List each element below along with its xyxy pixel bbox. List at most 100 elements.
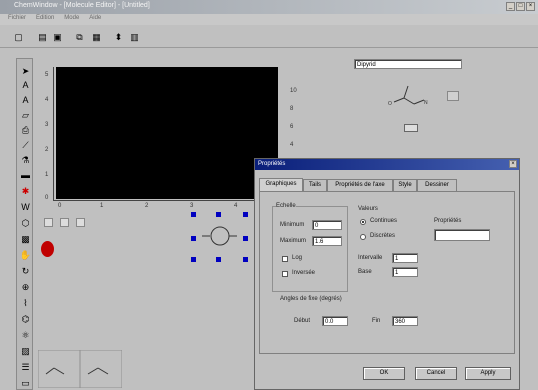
- flask-icon[interactable]: ⚗: [19, 154, 32, 166]
- printer-icon[interactable]: ⎙: [19, 124, 32, 136]
- star-icon[interactable]: ✱: [19, 185, 32, 197]
- selection-handle[interactable]: [216, 257, 221, 262]
- selection-handle[interactable]: [191, 212, 196, 217]
- minimum-field[interactable]: 0: [312, 220, 342, 230]
- selected-molecule[interactable]: [190, 212, 248, 262]
- title-bar: ChemWindow - [Molecule Editor] - [Untitl…: [0, 0, 538, 14]
- open-icon[interactable]: ▤: [37, 32, 48, 43]
- discretes-radio[interactable]: [360, 234, 366, 240]
- selection-handle[interactable]: [243, 212, 248, 217]
- x-tick: 0: [58, 203, 62, 209]
- cancel-button[interactable]: Cancel: [415, 367, 457, 380]
- close-button[interactable]: ×: [526, 2, 535, 11]
- bond-icon[interactable]: ⟋: [19, 139, 32, 151]
- text-icon[interactable]: A: [19, 79, 32, 91]
- base-label: Base: [358, 269, 372, 275]
- tab-graphiques[interactable]: Graphiques: [259, 178, 303, 191]
- small-slider[interactable]: [404, 124, 418, 132]
- right-tick: 6: [290, 124, 294, 130]
- right-tick: 4: [290, 142, 294, 148]
- right-tick: 8: [290, 106, 294, 112]
- template-icon[interactable]: ▩: [19, 233, 32, 245]
- fin-field[interactable]: 360: [392, 316, 418, 326]
- small-toggle-box[interactable]: [44, 218, 53, 227]
- base-field[interactable]: 1: [392, 267, 418, 277]
- y-tick: 1: [45, 172, 49, 178]
- dialog-close-button[interactable]: ×: [509, 160, 517, 168]
- w-icon[interactable]: W: [19, 201, 32, 213]
- maximize-button[interactable]: □: [516, 2, 525, 11]
- graph-icon[interactable]: ▨: [19, 345, 32, 357]
- intervalle-field[interactable]: 1: [392, 253, 418, 263]
- paste-icon[interactable]: ▦: [91, 32, 102, 43]
- grid-icon[interactable]: ▥: [129, 32, 140, 43]
- continues-label: Continues: [370, 218, 398, 224]
- rect-icon[interactable]: ▬: [19, 169, 32, 181]
- debut-label: Début: [294, 318, 311, 324]
- dialog-title: Propriétés: [255, 159, 519, 170]
- tab-style[interactable]: Style: [393, 179, 417, 191]
- copy-icon[interactable]: ⧉: [74, 32, 85, 43]
- text-a-icon[interactable]: A: [19, 94, 32, 106]
- intervalle-label: Intervalle: [358, 255, 383, 261]
- selection-handle[interactable]: [191, 236, 196, 241]
- echelle-label: Echelle: [276, 203, 296, 209]
- ring-icon[interactable]: ⬡: [19, 217, 32, 229]
- arrow-icon[interactable]: ⬍: [113, 32, 124, 43]
- pointer-icon[interactable]: ➤: [19, 65, 32, 77]
- svg-text:O: O: [388, 101, 392, 107]
- save-icon[interactable]: ▣: [52, 32, 63, 43]
- properties-dialog: Propriétés × Graphiques Tails Propriétés…: [254, 158, 520, 390]
- plot-area[interactable]: [56, 67, 278, 199]
- debut-field[interactable]: 0.0: [322, 316, 348, 326]
- inverse-checkbox[interactable]: [282, 271, 288, 277]
- proprietes-label: Propriétés: [434, 218, 462, 224]
- svg-text:N: N: [424, 100, 428, 106]
- apply-button[interactable]: Apply: [465, 367, 511, 380]
- menu-mode[interactable]: Mode: [64, 15, 79, 21]
- zoom-icon[interactable]: ⊕: [19, 281, 32, 293]
- selection-handle[interactable]: [243, 236, 248, 241]
- x-axis: [54, 200, 280, 201]
- log-checkbox[interactable]: [282, 256, 288, 262]
- menu-fichier[interactable]: Fichier: [8, 15, 26, 21]
- minimize-button[interactable]: _: [506, 2, 515, 11]
- rotate-icon[interactable]: ↻: [19, 265, 32, 277]
- eraser-icon[interactable]: ▱: [19, 109, 32, 121]
- tab-tails[interactable]: Tails: [303, 179, 327, 191]
- maximum-field[interactable]: 1.6: [312, 236, 342, 246]
- continues-radio[interactable]: [360, 219, 366, 225]
- list-icon[interactable]: ☰: [19, 361, 32, 373]
- echelle-group: [272, 206, 348, 292]
- inverse-label: Inversée: [292, 270, 316, 276]
- fin-label: Fin: [372, 318, 381, 324]
- hand-icon[interactable]: ✋: [19, 249, 32, 261]
- discretes-label: Discrètes: [370, 233, 396, 239]
- app-window: ChemWindow - [Molecule Editor] - [Untitl…: [0, 0, 538, 390]
- selection-handle[interactable]: [243, 257, 248, 262]
- valeurs-label: Valeurs: [358, 206, 378, 212]
- menu-aide[interactable]: Aide: [89, 15, 101, 21]
- new-icon[interactable]: ▢: [13, 32, 24, 43]
- selection-handle[interactable]: [191, 257, 196, 262]
- selection-handle[interactable]: [216, 212, 221, 217]
- x-tick: 1: [100, 203, 104, 209]
- minimum-label: Minimum: [280, 222, 305, 228]
- tab-proprietes-axe[interactable]: Propriétés de l'axe: [327, 179, 393, 191]
- tab-dessiner[interactable]: Dessiner: [417, 179, 457, 191]
- small-toggle-box[interactable]: [76, 218, 85, 227]
- molecule-name-field[interactable]: Dipyrid: [354, 59, 462, 69]
- y-tick: 4: [45, 97, 49, 103]
- chain-icon[interactable]: ⌇: [19, 297, 32, 309]
- red-record-icon[interactable]: [41, 241, 54, 257]
- angles-label: Angles de fixe (degrés): [280, 296, 342, 302]
- atom-icon[interactable]: ⚛: [19, 329, 32, 341]
- ok-button[interactable]: OK: [363, 367, 405, 380]
- end-icon[interactable]: ▭: [19, 377, 32, 389]
- menu-edition[interactable]: Edition: [36, 15, 54, 21]
- proprietes-field[interactable]: [434, 229, 490, 241]
- x-tick: 4: [234, 203, 238, 209]
- small-toggle-box[interactable]: [60, 218, 69, 227]
- ring2-icon[interactable]: ⌬: [19, 313, 32, 325]
- scroll-knob[interactable]: [447, 91, 459, 101]
